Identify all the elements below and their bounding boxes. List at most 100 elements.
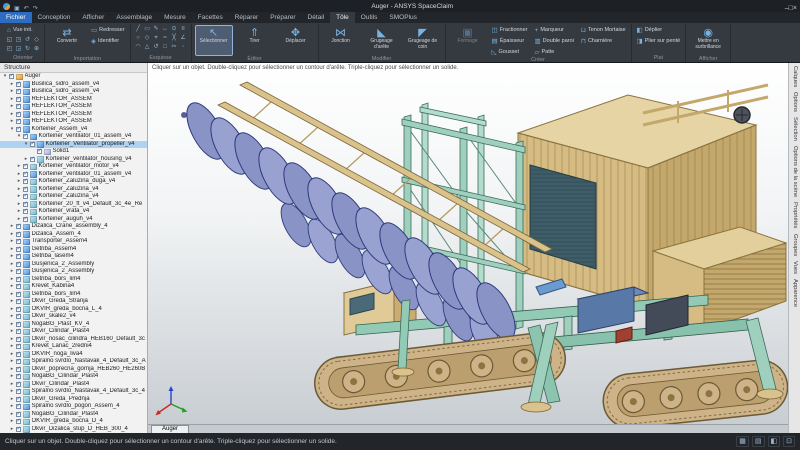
ribbon-tab-facettes[interactable]: Facettes <box>192 12 229 23</box>
tree-item[interactable]: ▸Korteiner_ventilator_housing_v4 <box>0 156 147 164</box>
ribbon-tab-r-parer[interactable]: Réparer <box>229 12 264 23</box>
sketch-tool-icon[interactable]: ╳ <box>170 34 179 43</box>
expander-icon[interactable]: ▸ <box>9 388 15 396</box>
expander-icon[interactable]: ▸ <box>9 343 15 351</box>
vue-init-button[interactable]: ⌂Vue init. <box>5 25 41 35</box>
tree-item[interactable]: ▸Korteiner_Zaluzina_v4 <box>0 193 147 201</box>
model-auger-machine[interactable] <box>148 73 788 424</box>
expander-icon[interactable]: ▸ <box>9 411 15 419</box>
tree-item[interactable]: ▸Korteiner_ventilator_motor_v4 <box>0 163 147 171</box>
visibility-checkbox[interactable] <box>16 329 21 334</box>
visibility-checkbox[interactable] <box>23 172 28 177</box>
sketch-tool-icon[interactable]: ✎ <box>152 25 161 34</box>
jonction-button[interactable]: ⋈Jonction <box>322 25 360 56</box>
mettre-en-surbrillance-button[interactable]: ◉Mettre en surbrillance <box>689 25 727 56</box>
sketch-tool-icon[interactable]: ◦ <box>179 43 188 52</box>
sketch-tool-icon[interactable]: ↔ <box>161 25 170 34</box>
visibility-checkbox[interactable] <box>16 412 21 417</box>
expander-icon[interactable]: ▸ <box>9 96 15 104</box>
tree-item[interactable]: ▸Krevet_Kabina4 <box>0 283 147 291</box>
sketch-tool-icon[interactable]: ⊙ <box>170 25 179 34</box>
visibility-checkbox[interactable] <box>16 284 21 289</box>
visibility-checkbox[interactable] <box>16 374 21 379</box>
tree-item[interactable]: ▾Korteiner_Assem_v4 <box>0 126 147 134</box>
expander-icon[interactable]: ▸ <box>9 403 15 411</box>
visibility-checkbox[interactable] <box>23 202 28 207</box>
view-tool-icon[interactable]: ◲ <box>14 45 23 54</box>
expander-icon[interactable]: ▸ <box>9 426 15 434</box>
visibility-checkbox[interactable] <box>16 232 21 237</box>
tree-item[interactable]: ▸Getriba_lasem4 <box>0 253 147 261</box>
visibility-checkbox[interactable] <box>16 344 21 349</box>
visibility-checkbox[interactable] <box>23 194 28 199</box>
tree-item[interactable]: ▸Korteiner_Zaluzina_duga_v4 <box>0 178 147 186</box>
visibility-checkbox[interactable] <box>23 217 28 222</box>
visibility-checkbox[interactable] <box>16 382 21 387</box>
tirer-button[interactable]: ⇑Tirer <box>236 25 274 56</box>
sketch-tool-icon[interactable]: ◇ <box>143 34 152 43</box>
sketch-tool-icon[interactable]: ✂ <box>170 43 179 52</box>
ribbon-tab-mesure[interactable]: Mesure <box>158 12 192 23</box>
tree-item[interactable]: ▾Korteiner_Ventilator_propeller_v4 <box>0 141 147 149</box>
expander-icon[interactable]: ▸ <box>9 396 15 404</box>
visibility-checkbox[interactable] <box>16 239 21 244</box>
tree-item[interactable]: ▸NogaBG_Plast_KV_4 <box>0 321 147 329</box>
visibility-checkbox[interactable] <box>16 254 21 259</box>
tree-item[interactable]: ▸Okvir_Cilindar_Plast4 <box>0 381 147 389</box>
expander-icon[interactable]: ▸ <box>9 231 15 239</box>
tree-item[interactable]: ▸Dizalica_Crane_assembly_4 <box>0 223 147 231</box>
expander-icon[interactable]: ▸ <box>9 276 15 284</box>
expander-icon[interactable]: ▸ <box>16 216 22 224</box>
visibility-checkbox[interactable] <box>23 179 28 184</box>
sketch-tool-icon[interactable]: ▭ <box>143 25 152 34</box>
paisseur-button[interactable]: ▤Épaisseur <box>490 36 530 46</box>
visibility-checkbox[interactable] <box>16 307 21 312</box>
expander-icon[interactable]: ▸ <box>9 373 15 381</box>
orientation-triad[interactable] <box>153 384 189 420</box>
tree-item[interactable]: ▸Transporter_Assem4 <box>0 238 147 246</box>
tree-item[interactable]: ▸Spiralno svrdlo_Nastavak_4_Default_3c_4 <box>0 388 147 396</box>
zoom-extents-icon[interactable]: ⊡ <box>783 436 795 447</box>
marqueur-button[interactable]: +Marqueur <box>533 25 576 35</box>
ribbon-tab-d-tail[interactable]: Détail <box>302 12 331 23</box>
ribbon-tab-afficher[interactable]: Afficher <box>76 12 110 23</box>
tree-item[interactable]: ▸Spiralno svrdlo_pogon_Assem_4 <box>0 403 147 411</box>
expander-icon[interactable]: ▸ <box>9 81 15 89</box>
display-mode-icon[interactable]: ◧ <box>768 436 781 447</box>
visibility-checkbox[interactable] <box>16 337 21 342</box>
visibility-checkbox[interactable] <box>16 224 21 229</box>
visibility-checkbox[interactable] <box>16 419 21 424</box>
tree-item[interactable]: ▸Okvir_nosac_cilindra_HEB160_Default_3c <box>0 336 147 344</box>
expander-icon[interactable]: ▸ <box>9 88 15 96</box>
tree-item[interactable]: ▸Busilica_sidro_assem_v4 <box>0 81 147 89</box>
tree-item[interactable]: ▸Getriba_bors_lim4 <box>0 276 147 284</box>
expander-icon[interactable]: ▸ <box>9 103 15 111</box>
tree-item[interactable]: ▸Okvir_Greda_Stranja <box>0 298 147 306</box>
side-tab-options-de-la-sc-ne[interactable]: Options de la scène <box>789 146 800 197</box>
expander-icon[interactable]: ▸ <box>9 358 15 366</box>
visibility-checkbox[interactable] <box>16 427 21 432</box>
expander-icon[interactable]: ▸ <box>9 283 15 291</box>
tree-item[interactable]: ▾Korteiner_ventilator_01_assem_v4 <box>0 133 147 141</box>
tree-item[interactable]: ▸Korteiner_Zaluzina_v4 <box>0 186 147 194</box>
expander-icon[interactable]: ▸ <box>9 291 15 299</box>
side-tab-s-lection[interactable]: Sélection <box>789 117 800 141</box>
tree-item[interactable]: ▸NogaBG_Cilindar_Plast4 <box>0 373 147 381</box>
tree-item[interactable]: ▾Auger <box>0 73 147 81</box>
expander-icon[interactable]: ▸ <box>9 328 15 336</box>
side-tab-groupes[interactable]: Groupes <box>789 234 800 256</box>
visibility-checkbox[interactable] <box>16 89 21 94</box>
view-tool-icon[interactable]: ◳ <box>14 36 23 45</box>
tree-item[interactable]: ▸Okvir_Cilindar_Plast4 <box>0 328 147 336</box>
visibility-checkbox[interactable] <box>16 127 21 132</box>
view-tool-icon[interactable]: ◱ <box>5 36 14 45</box>
sketch-tool-icon[interactable]: ○ <box>134 34 143 43</box>
expander-icon[interactable]: ▸ <box>9 111 15 119</box>
visibility-checkbox[interactable] <box>16 277 21 282</box>
expander-icon[interactable]: ▸ <box>9 253 15 261</box>
expander-icon[interactable]: ▸ <box>9 223 15 231</box>
charni-re-button[interactable]: ⊓Charnière <box>579 36 628 46</box>
tree-item[interactable]: ▸Dizalica_Assem_4 <box>0 231 147 239</box>
sketch-tool-icon[interactable]: △ <box>143 43 152 52</box>
ribbon-tab-assemblage[interactable]: Assemblage <box>110 12 158 23</box>
